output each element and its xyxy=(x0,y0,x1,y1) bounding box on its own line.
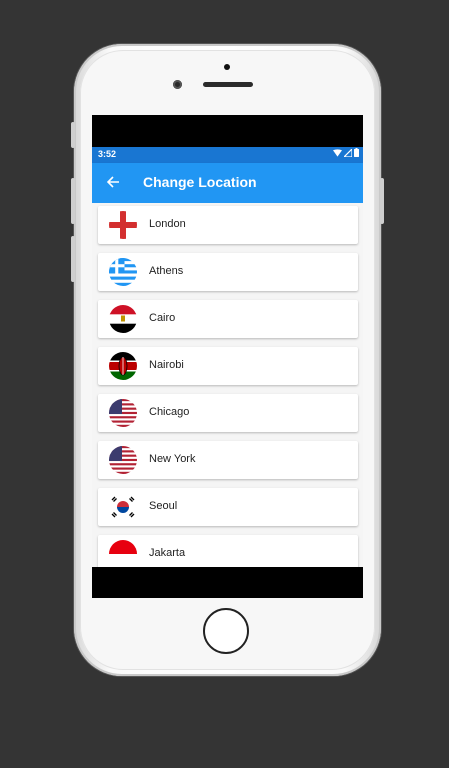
indonesia-flag-icon xyxy=(109,540,137,567)
volume-up-button xyxy=(71,178,75,224)
wifi-icon xyxy=(333,148,342,157)
egypt-flag-icon xyxy=(109,305,137,333)
location-name: Athens xyxy=(149,265,184,277)
list-item[interactable]: Nairobi xyxy=(98,347,358,385)
england-flag-icon xyxy=(109,211,137,239)
location-name: Jakarta xyxy=(149,547,186,559)
kenya-flag-icon xyxy=(109,352,137,380)
location-name: London xyxy=(149,218,186,230)
location-list: London Athens Cairo Nairobi Chicago New … xyxy=(92,203,363,567)
list-item[interactable]: Seoul xyxy=(98,488,358,526)
battery-icon xyxy=(354,148,359,157)
list-item[interactable]: New York xyxy=(98,441,358,479)
signal-icon xyxy=(344,148,352,157)
earpiece-speaker xyxy=(203,82,253,87)
proximity-sensor xyxy=(224,64,230,70)
app-bar: Change Location xyxy=(92,163,363,203)
location-name: Cairo xyxy=(149,312,176,324)
status-time: 3:52 xyxy=(98,149,117,159)
list-item[interactable]: Jakarta xyxy=(98,535,358,567)
location-name: New York xyxy=(149,453,196,465)
location-name: Nairobi xyxy=(149,359,184,371)
status-bar: 3:52 xyxy=(92,147,363,163)
list-item[interactable]: London xyxy=(98,206,358,244)
arrow-left-icon[interactable] xyxy=(105,174,121,190)
volume-down-button xyxy=(71,236,75,282)
list-item[interactable]: Chicago xyxy=(98,394,358,432)
list-item[interactable]: Cairo xyxy=(98,300,358,338)
location-name: Seoul xyxy=(149,500,178,512)
power-button xyxy=(380,178,384,224)
south-korea-flag-icon xyxy=(109,493,137,521)
phone-screen: 3:52 Change Location London Athens Cairo… xyxy=(92,115,363,598)
greece-flag-icon xyxy=(109,258,137,286)
usa-flag-icon xyxy=(109,399,137,427)
list-item[interactable]: Athens xyxy=(98,253,358,291)
mute-switch xyxy=(71,122,75,148)
navigation-bar-area xyxy=(92,567,363,598)
page-title: Change Location xyxy=(143,174,257,190)
location-name: Chicago xyxy=(149,406,190,418)
home-button[interactable] xyxy=(203,608,249,654)
front-camera xyxy=(173,80,182,89)
usa-flag-icon xyxy=(109,446,137,474)
status-icons xyxy=(333,148,359,157)
